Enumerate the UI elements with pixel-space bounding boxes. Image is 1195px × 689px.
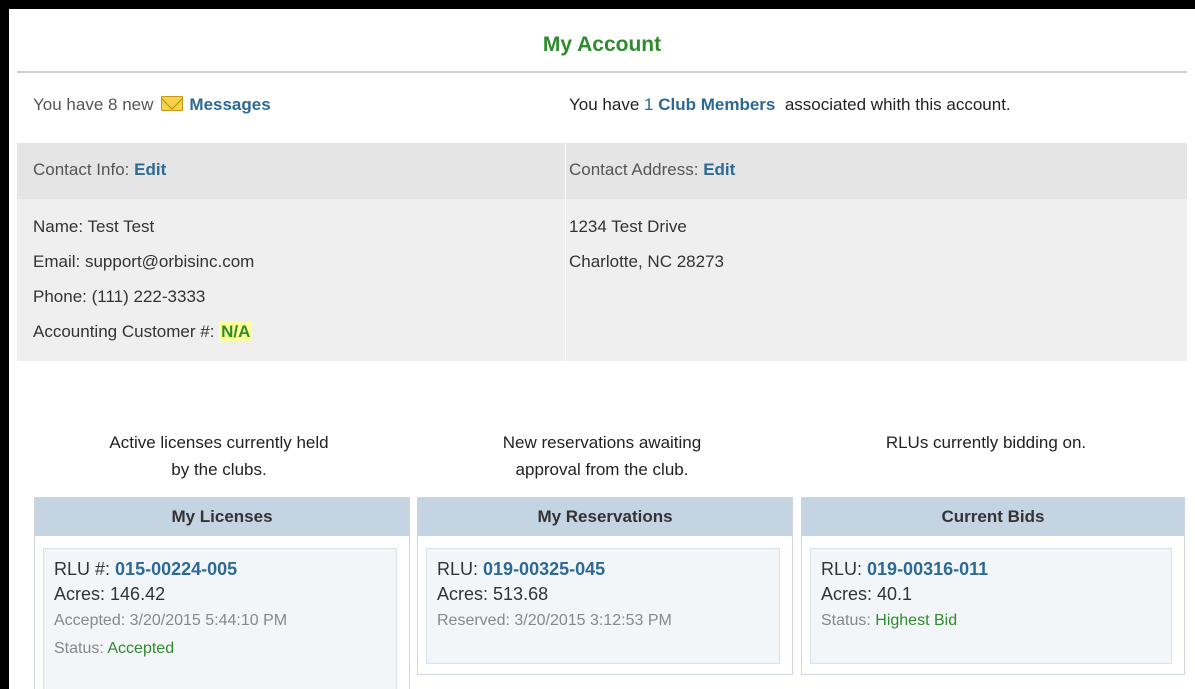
messages-count: 8	[108, 95, 118, 114]
reservation-acres-label: Acres:	[437, 584, 489, 604]
license-acres-line: Acres: 146.42	[54, 581, 386, 607]
club-suffix: associated whith this account.	[784, 95, 1011, 114]
accounting-value: N/A	[219, 322, 253, 341]
bid-rlu-link[interactable]: 019-00316-011	[867, 559, 988, 579]
email-label: Email:	[33, 252, 81, 271]
club-members-link[interactable]: Club Members	[658, 95, 775, 114]
phone-value: (111) 222-3333	[91, 287, 206, 306]
bid-status-line: Status: Highest Bid	[821, 607, 1161, 635]
reservation-date-value: 3/20/2015 3:12:53 PM	[514, 612, 672, 629]
messages-suffix: new	[122, 95, 154, 114]
email-line: Email: support@orbisinc.com	[33, 252, 254, 272]
bid-status-label: Status:	[821, 612, 871, 629]
accounting-line: Accounting Customer #: N/A	[33, 322, 253, 342]
reservation-card: RLU: 019-00325-045 Acres: 513.68 Reserve…	[426, 548, 780, 664]
license-rlu-line: RLU #: 015-00224-005	[54, 557, 386, 581]
my-licenses-header: My Licenses	[35, 498, 409, 536]
license-acres-label: Acres:	[54, 584, 106, 604]
contact-divider	[565, 143, 566, 361]
my-reservations-header: My Reservations	[418, 498, 792, 536]
reservation-rlu-label: RLU:	[437, 559, 479, 579]
club-count: 1	[644, 95, 654, 114]
name-value: Test Test	[87, 217, 155, 236]
bid-card: RLU: 019-00316-011 Acres: 40.1 Status: H…	[810, 548, 1172, 664]
contact-info-label: Contact Info:	[33, 160, 130, 179]
address-line-2: Charlotte, NC 28273	[569, 252, 724, 271]
license-rlu-link[interactable]: 015-00224-005	[115, 559, 237, 579]
contact-address-header: Contact Address: Edit	[569, 160, 735, 180]
messages-row: You have 8 new Messages	[33, 95, 271, 115]
contact-address-label: Contact Address:	[569, 160, 699, 179]
license-status-line: Status: Accepted	[54, 635, 386, 663]
bids-caption: RLUs currently bidding on.	[801, 429, 1171, 456]
bid-acres-label: Acres:	[821, 584, 873, 604]
licenses-caption: Active licenses currently held by the cl…	[34, 429, 404, 483]
title-divider	[17, 71, 1187, 73]
bid-acres-value: 40.1	[877, 584, 913, 604]
reservations-caption: New reservations awaiting approval from …	[417, 429, 787, 483]
license-date-label: Accepted:	[54, 612, 126, 629]
licenses-caption-line2: by the clubs.	[171, 460, 267, 479]
reservation-date-line: Reserved: 3/20/2015 3:12:53 PM	[437, 607, 769, 635]
license-date-line: Accepted: 3/20/2015 5:44:10 PM	[54, 607, 386, 635]
account-page: My Account You have 8 new Messages You ha…	[9, 9, 1195, 689]
reservations-caption-line2: approval from the club.	[515, 460, 689, 479]
license-date-value: 3/20/2015 5:44:10 PM	[129, 612, 288, 629]
reservation-acres-value: 513.68	[493, 584, 549, 604]
page-title: My Account	[542, 33, 662, 56]
bid-status-value: Highest Bid	[875, 612, 958, 629]
accounting-label: Accounting Customer #:	[33, 322, 215, 341]
reservation-rlu-line: RLU: 019-00325-045	[437, 557, 769, 581]
license-card: RLU #: 015-00224-005 Acres: 146.42 Accep…	[43, 548, 397, 689]
current-bids-panel: Current Bids RLU: 019-00316-011 Acres: 4…	[801, 497, 1185, 675]
email-value: support@orbisinc.com	[84, 252, 255, 271]
reservation-rlu-link[interactable]: 019-00325-045	[483, 559, 605, 579]
license-status-value: Accepted	[107, 640, 175, 657]
reservation-acres-line: Acres: 513.68	[437, 581, 769, 607]
contact-info-edit-link[interactable]: Edit	[134, 160, 166, 179]
phone-label: Phone:	[33, 287, 87, 306]
license-acres-value: 146.42	[110, 584, 166, 604]
bid-acres-line: Acres: 40.1	[821, 581, 1161, 607]
club-prefix: You have	[569, 95, 640, 114]
contact-info-header: Contact Info: Edit	[33, 160, 166, 180]
bid-rlu-label: RLU:	[821, 559, 863, 579]
envelope-icon[interactable]	[161, 96, 184, 111]
reservations-caption-line1: New reservations awaiting	[502, 433, 702, 452]
phone-line: Phone: (111) 222-3333	[33, 287, 205, 307]
contact-address-edit-link[interactable]: Edit	[703, 160, 735, 179]
address-line-1: 1234 Test Drive	[569, 217, 687, 236]
club-members-row: You have 1 Club Members associated whith…	[569, 95, 1011, 115]
current-bids-header: Current Bids	[802, 498, 1184, 536]
bids-caption-line1: RLUs currently bidding on.	[885, 433, 1087, 452]
license-rlu-label: RLU #:	[54, 559, 111, 579]
messages-link[interactable]: Messages	[189, 95, 270, 114]
my-reservations-panel: My Reservations RLU: 019-00325-045 Acres…	[417, 497, 793, 675]
name-line: Name: Test Test	[33, 217, 154, 237]
license-status-label: Status:	[54, 640, 104, 657]
licenses-caption-line1: Active licenses currently held	[109, 433, 329, 452]
reservation-date-label: Reserved:	[437, 612, 510, 629]
name-label: Name:	[33, 217, 84, 236]
messages-prefix: You have	[33, 95, 104, 114]
my-licenses-panel: My Licenses RLU #: 015-00224-005 Acres: …	[34, 497, 410, 689]
bid-rlu-line: RLU: 019-00316-011	[821, 557, 1161, 581]
